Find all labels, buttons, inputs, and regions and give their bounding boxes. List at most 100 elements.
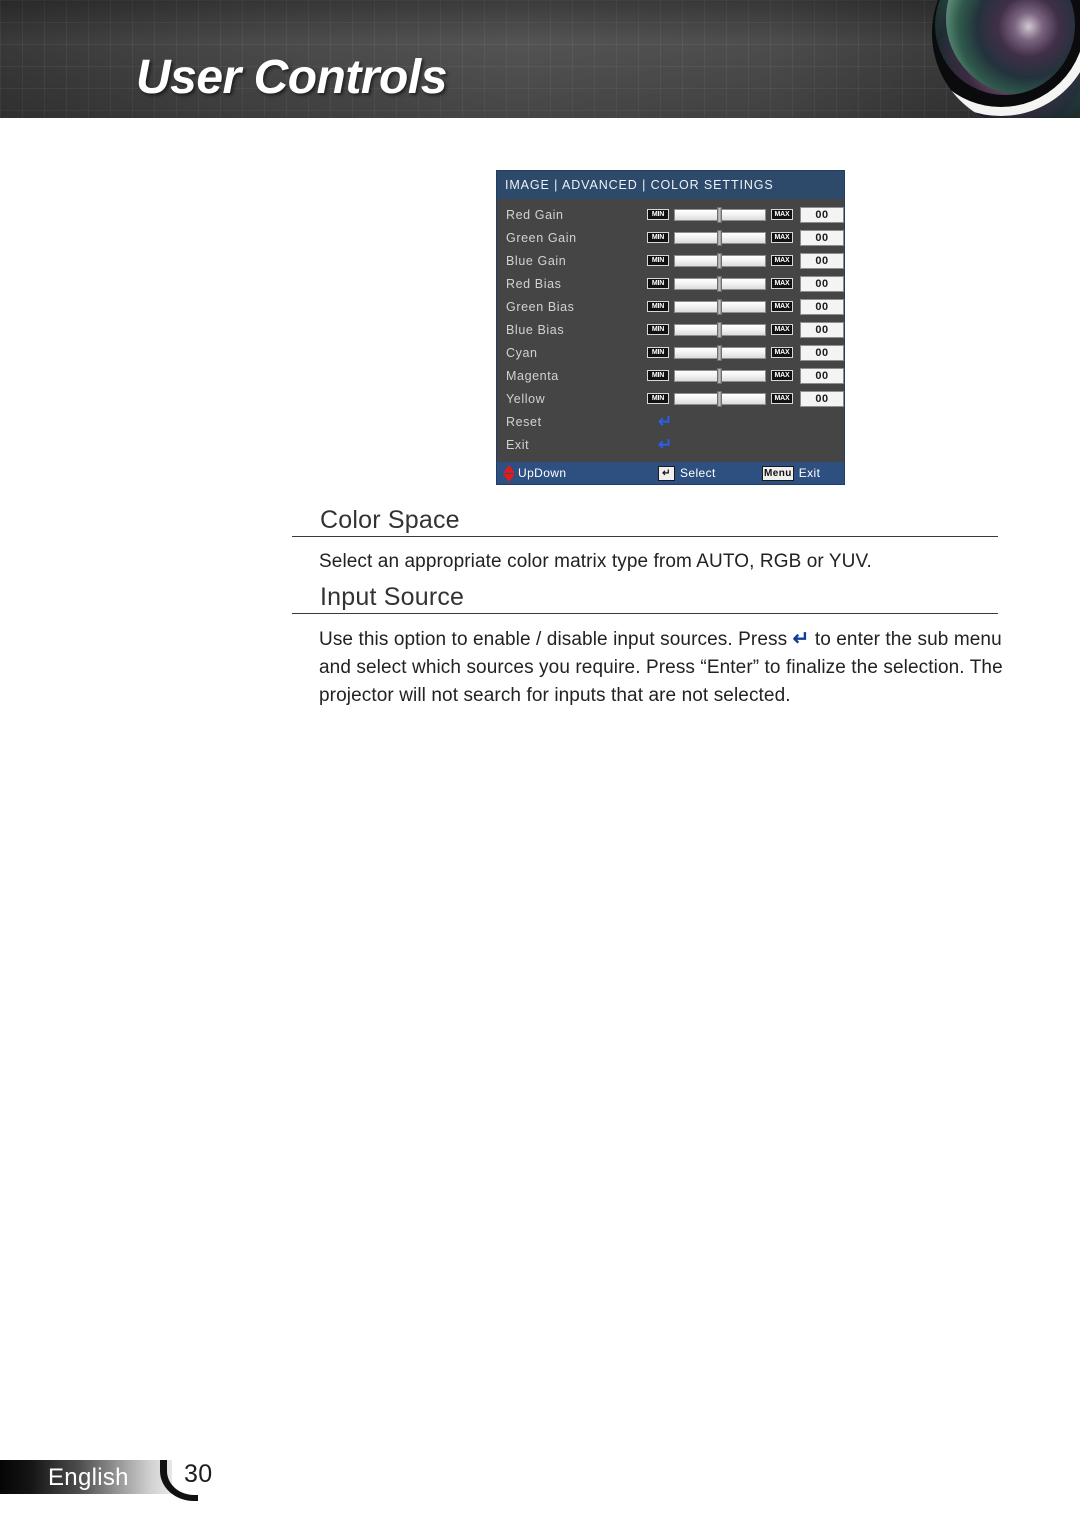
slider-handle[interactable]: [717, 275, 723, 292]
osd-hint-updown: UpDown: [503, 464, 658, 482]
osd-menu-panel: IMAGE | ADVANCED | COLOR SETTINGS Red Ga…: [496, 170, 845, 485]
camera-lens-icon: [932, 0, 1080, 118]
osd-slider-row[interactable]: Yellow MIN MAX 00: [497, 387, 844, 410]
max-button[interactable]: MAX: [771, 370, 793, 381]
osd-slider-row[interactable]: Green Gain MIN MAX 00: [497, 226, 844, 249]
slider-handle[interactable]: [717, 206, 723, 223]
max-button[interactable]: MAX: [771, 209, 793, 220]
max-button[interactable]: MAX: [771, 324, 793, 335]
osd-row-label: Red Bias: [506, 276, 562, 291]
slider-handle[interactable]: [717, 390, 723, 407]
slider-handle[interactable]: [717, 252, 723, 269]
slider-value: 00: [800, 367, 844, 384]
osd-row-label: Reset: [506, 414, 542, 429]
section-body-color-space: Select an appropriate color matrix type …: [319, 551, 872, 572]
slider-value: 00: [800, 229, 844, 246]
osd-row-label: Cyan: [506, 345, 538, 360]
osd-hint-select-label: Select: [680, 466, 716, 480]
max-button[interactable]: MAX: [771, 347, 793, 358]
osd-slider-row[interactable]: Red Bias MIN MAX 00: [497, 272, 844, 295]
min-button[interactable]: MIN: [647, 209, 669, 220]
section-heading-color-space: Color Space: [292, 506, 998, 537]
osd-row-label: Red Gain: [506, 207, 564, 222]
enter-arrow-icon: ↵: [658, 412, 673, 431]
page-content-area: IMAGE | ADVANCED | COLOR SETTINGS Red Ga…: [0, 118, 1080, 1532]
slider-track[interactable]: [674, 390, 766, 407]
slider-track[interactable]: [674, 321, 766, 338]
section-heading-input-source: Input Source: [292, 583, 998, 614]
slider-value: 00: [800, 344, 844, 361]
osd-slider-control[interactable]: MIN MAX 00: [647, 275, 844, 292]
slider-track[interactable]: [674, 252, 766, 269]
osd-hint-exit: Menu Exit: [762, 465, 821, 481]
min-button[interactable]: MIN: [647, 370, 669, 381]
min-button[interactable]: MIN: [647, 324, 669, 335]
slider-track[interactable]: [674, 275, 766, 292]
max-button[interactable]: MAX: [771, 278, 793, 289]
slider-value: 00: [800, 390, 844, 407]
min-button[interactable]: MIN: [647, 232, 669, 243]
osd-breadcrumb-title: IMAGE | ADVANCED | COLOR SETTINGS: [497, 171, 844, 199]
max-button[interactable]: MAX: [771, 301, 793, 312]
slider-handle[interactable]: [717, 298, 723, 315]
enter-key-icon: ↵: [658, 465, 675, 481]
max-button[interactable]: MAX: [771, 232, 793, 243]
osd-hint-bar: UpDown ↵ Select Menu Exit: [497, 462, 844, 484]
slider-value: 00: [800, 252, 844, 269]
min-button[interactable]: MIN: [647, 393, 669, 404]
slider-handle[interactable]: [717, 229, 723, 246]
osd-slider-row[interactable]: Red Gain MIN MAX 00: [497, 203, 844, 226]
osd-hint-updown-label: UpDown: [518, 466, 567, 480]
osd-slider-control[interactable]: MIN MAX 00: [647, 390, 844, 407]
page-title: User Controls: [136, 51, 447, 104]
osd-slider-control[interactable]: MIN MAX 00: [647, 252, 844, 269]
osd-row-label: Magenta: [506, 368, 559, 383]
slider-value: 00: [800, 321, 844, 338]
osd-slider-control[interactable]: MIN MAX 00: [647, 367, 844, 384]
enter-arrow-icon: ↵: [658, 435, 673, 454]
osd-hint-select: ↵ Select: [658, 465, 762, 481]
menu-key-icon: Menu: [762, 465, 794, 481]
max-button[interactable]: MAX: [771, 255, 793, 266]
osd-menu-rows: Red Gain MIN MAX 00 Green Gain MIN MAX 00 Blue G…: [497, 199, 844, 462]
osd-slider-control[interactable]: MIN MAX 00: [647, 206, 844, 223]
min-button[interactable]: MIN: [647, 347, 669, 358]
slider-value: 00: [800, 298, 844, 315]
osd-slider-control[interactable]: MIN MAX 00: [647, 321, 844, 338]
osd-slider-row[interactable]: Blue Gain MIN MAX 00: [497, 249, 844, 272]
max-button[interactable]: MAX: [771, 393, 793, 404]
osd-row-label: Green Gain: [506, 230, 577, 245]
slider-track[interactable]: [674, 229, 766, 246]
slider-track[interactable]: [674, 367, 766, 384]
osd-slider-row[interactable]: Blue Bias MIN MAX 00: [497, 318, 844, 341]
lens-outer-ring: [932, 0, 1080, 116]
osd-slider-row[interactable]: Green Bias MIN MAX 00: [497, 295, 844, 318]
page-header-banner: User Controls: [0, 0, 1080, 118]
slider-handle[interactable]: [717, 344, 723, 361]
osd-row-label: Blue Bias: [506, 322, 565, 337]
page-number: 30: [184, 1460, 213, 1488]
osd-action-row[interactable]: Reset ↵: [497, 410, 844, 433]
osd-action-row[interactable]: Exit ↵: [497, 433, 844, 456]
enter-arrow-icon: ↵: [792, 628, 810, 650]
slider-handle[interactable]: [717, 367, 723, 384]
osd-slider-row[interactable]: Magenta MIN MAX 00: [497, 364, 844, 387]
min-button[interactable]: MIN: [647, 255, 669, 266]
osd-slider-control[interactable]: MIN MAX 00: [647, 229, 844, 246]
slider-track[interactable]: [674, 298, 766, 315]
input-source-text-part1: Use this option to enable / disable inpu…: [319, 629, 793, 650]
slider-value: 00: [800, 275, 844, 292]
slider-track[interactable]: [674, 206, 766, 223]
min-button[interactable]: MIN: [647, 278, 669, 289]
osd-slider-control[interactable]: MIN MAX 00: [647, 344, 844, 361]
osd-slider-row[interactable]: Cyan MIN MAX 00: [497, 341, 844, 364]
osd-row-label: Green Bias: [506, 299, 575, 314]
slider-track[interactable]: [674, 344, 766, 361]
osd-slider-control[interactable]: MIN MAX 00: [647, 298, 844, 315]
osd-row-label: Yellow: [506, 391, 546, 406]
min-button[interactable]: MIN: [647, 301, 669, 312]
osd-hint-exit-label: Exit: [798, 466, 821, 480]
slider-value: 00: [800, 206, 844, 223]
page-footer: English 30: [0, 1460, 220, 1501]
slider-handle[interactable]: [717, 321, 723, 338]
